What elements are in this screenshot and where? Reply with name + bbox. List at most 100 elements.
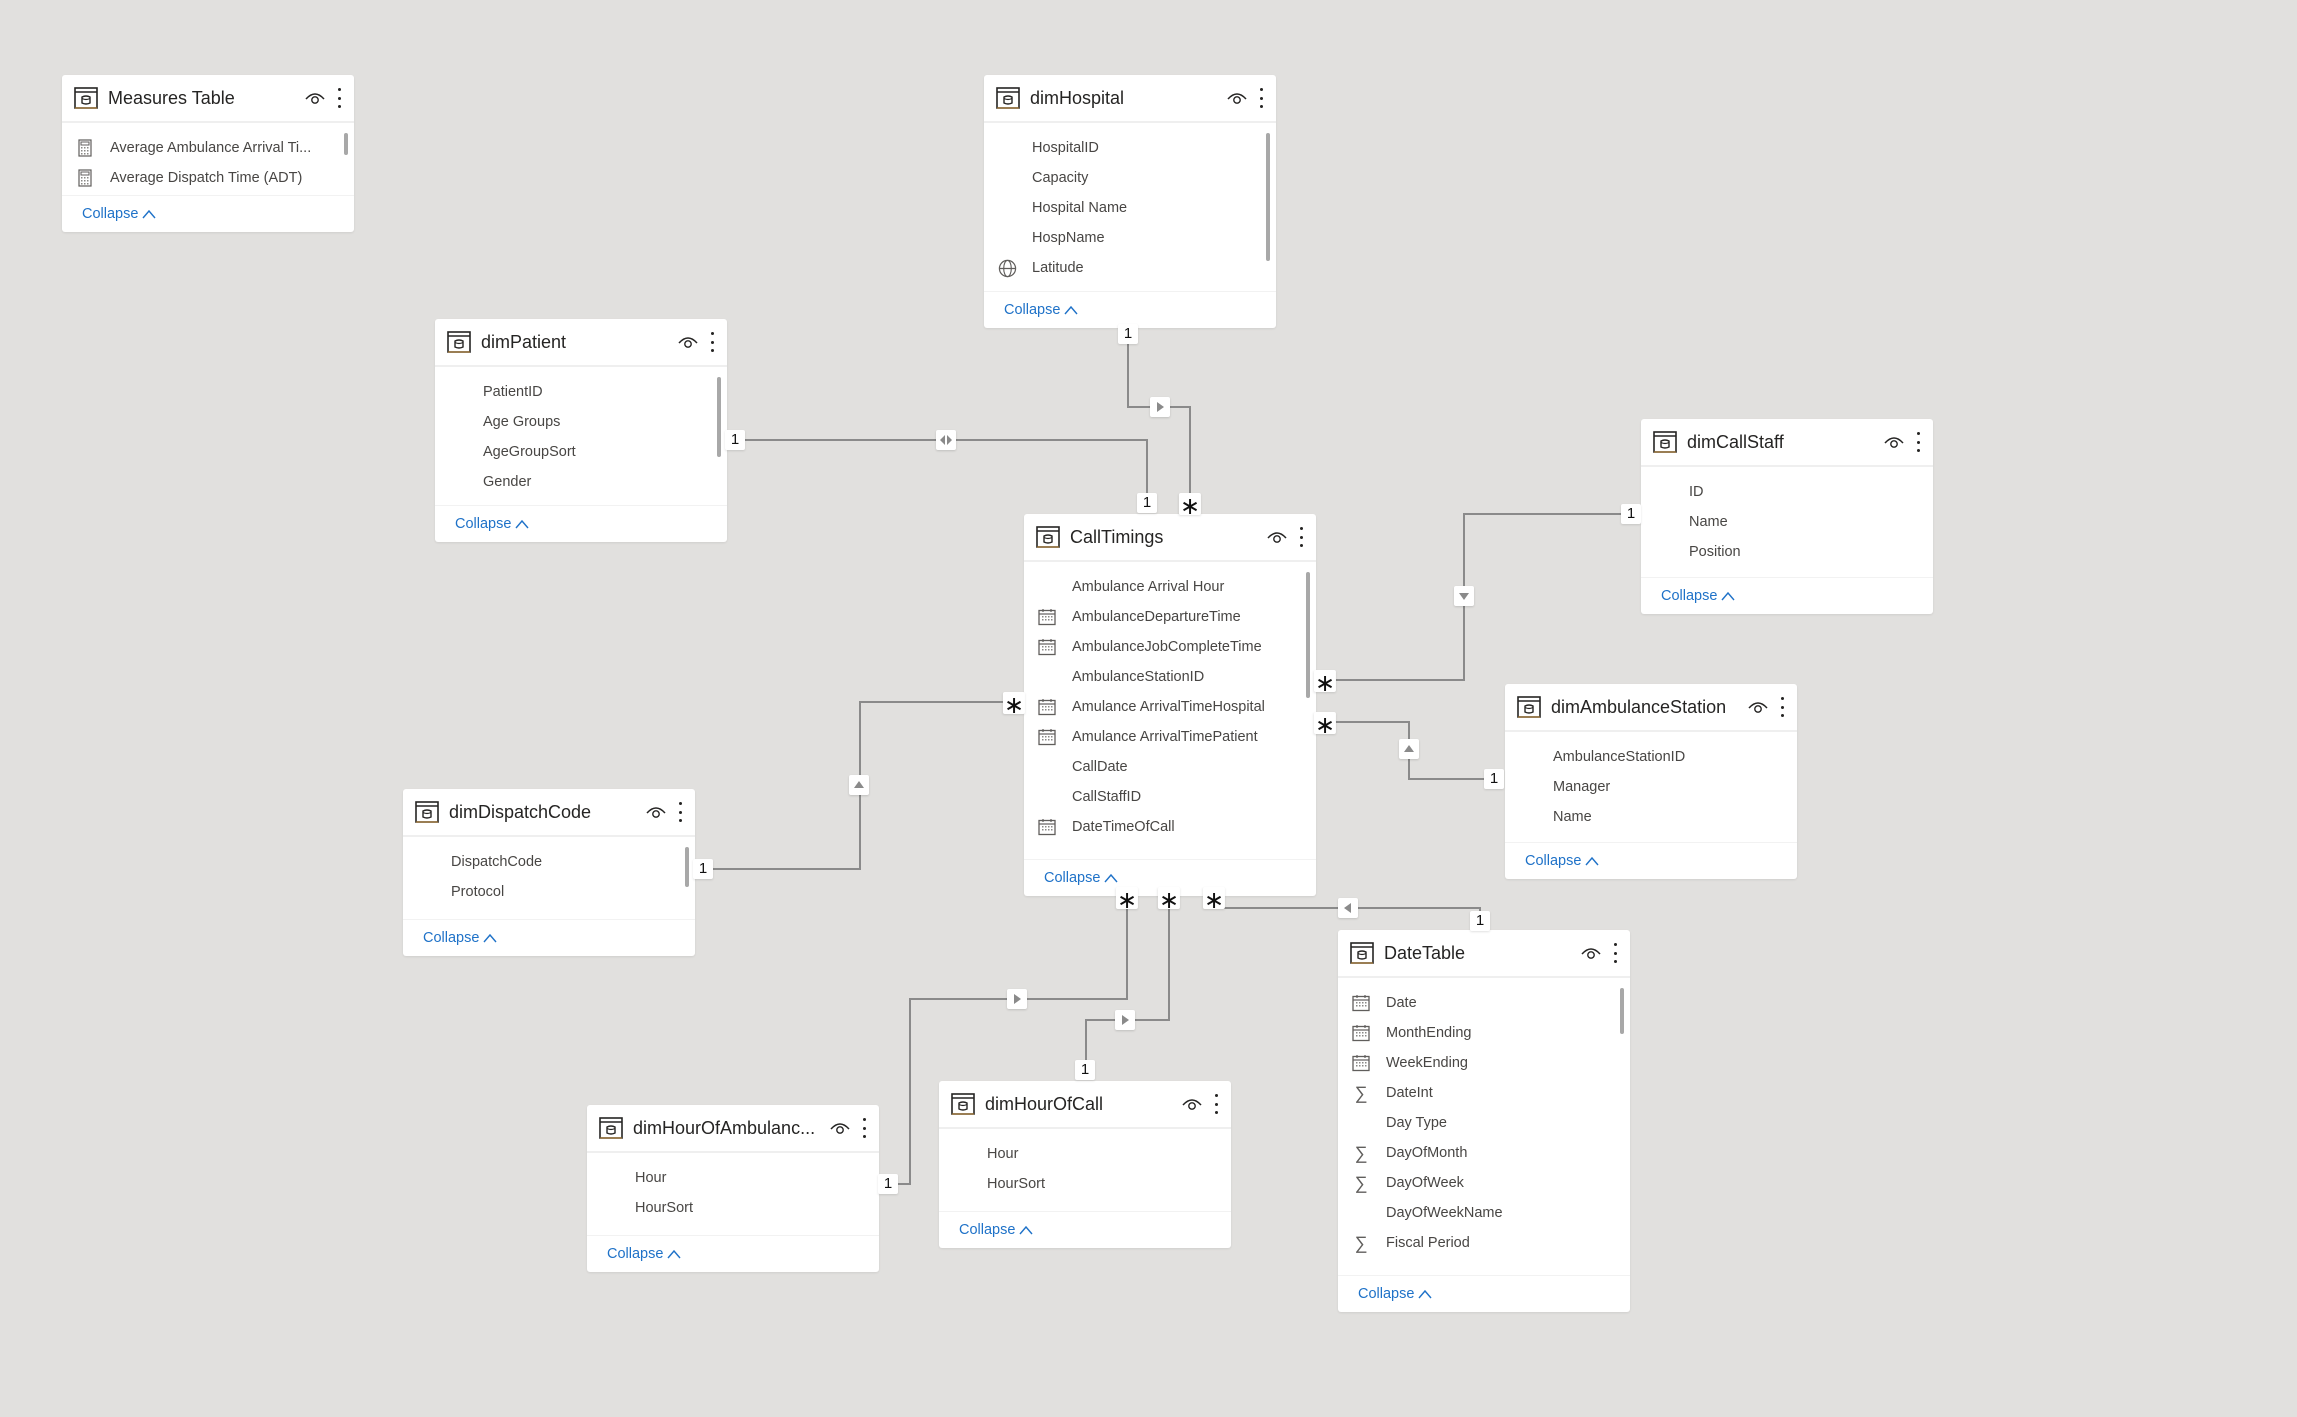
field-row[interactable]: CallDate	[1024, 752, 1316, 782]
table-card-dimPatient[interactable]: dimPatient PatientID Age Groups AgeGroupSo…	[435, 319, 727, 542]
field-row[interactable]: DayOfWeekName	[1338, 1198, 1630, 1228]
field-row[interactable]: Latitude	[984, 253, 1276, 283]
field-row[interactable]: DateTimeOfCall	[1024, 812, 1316, 842]
visibility-eye-icon[interactable]	[1883, 435, 1905, 449]
field-row[interactable]: AmbulanceStationID	[1505, 742, 1797, 772]
scrollbar-thumb[interactable]	[717, 377, 721, 457]
visibility-eye-icon[interactable]	[677, 335, 699, 349]
visibility-eye-icon[interactable]	[1181, 1097, 1203, 1111]
field-row[interactable]: Ambulance Arrival Hour	[1024, 572, 1316, 602]
field-row[interactable]: Day Type	[1338, 1108, 1630, 1138]
field-row[interactable]: Hour	[587, 1163, 879, 1193]
rel-line-hospital[interactable]	[1127, 334, 1191, 502]
table-header[interactable]: dimHourOfCall	[939, 1081, 1231, 1129]
filter-direction-right-icon[interactable]	[1007, 989, 1027, 1009]
visibility-eye-icon[interactable]	[304, 91, 326, 105]
table-header[interactable]: Measures Table	[62, 75, 354, 123]
field-row[interactable]: Capacity	[984, 163, 1276, 193]
collapse-button[interactable]: Collapse	[455, 516, 529, 532]
visibility-eye-icon[interactable]	[1226, 91, 1248, 105]
more-options-icon[interactable]	[1258, 88, 1264, 108]
field-row[interactable]: CallStaffID	[1024, 782, 1316, 812]
table-header[interactable]: CallTimings	[1024, 514, 1316, 562]
filter-direction-right-icon[interactable]	[1115, 1010, 1135, 1030]
scrollbar-thumb[interactable]	[1266, 133, 1270, 261]
collapse-button[interactable]: Collapse	[1358, 1286, 1432, 1302]
more-options-icon[interactable]	[336, 88, 342, 108]
more-options-icon[interactable]	[1612, 943, 1618, 963]
field-row[interactable]: Manager	[1505, 772, 1797, 802]
field-row[interactable]: ∑ DayOfWeek	[1338, 1168, 1630, 1198]
field-row[interactable]: Position	[1641, 537, 1933, 567]
field-row[interactable]: ∑ DateInt	[1338, 1078, 1630, 1108]
table-header[interactable]: DateTable	[1338, 930, 1630, 978]
table-header[interactable]: dimHourOfAmbulanc...	[587, 1105, 879, 1153]
field-row[interactable]: Name	[1641, 507, 1933, 537]
more-options-icon[interactable]	[1779, 697, 1785, 717]
more-options-icon[interactable]	[1915, 432, 1921, 452]
filter-direction-down-icon[interactable]	[1454, 586, 1474, 606]
field-row[interactable]: AgeGroupSort	[435, 437, 727, 467]
collapse-button[interactable]: Collapse	[82, 206, 156, 222]
filter-direction-up-icon[interactable]	[1399, 739, 1419, 759]
visibility-eye-icon[interactable]	[645, 805, 667, 819]
filter-direction-both-icon[interactable]	[936, 430, 956, 450]
field-row[interactable]: ID	[1641, 477, 1933, 507]
collapse-button[interactable]: Collapse	[607, 1246, 681, 1262]
collapse-button[interactable]: Collapse	[1004, 302, 1078, 318]
more-options-icon[interactable]	[1298, 527, 1304, 547]
scrollbar-thumb[interactable]	[685, 847, 689, 887]
table-header[interactable]: dimDispatchCode	[403, 789, 695, 837]
field-row[interactable]: HospName	[984, 223, 1276, 253]
table-header[interactable]: dimPatient	[435, 319, 727, 367]
field-row[interactable]: Hour	[939, 1139, 1231, 1169]
table-card-measures[interactable]: Measures Table Average Ambulance Arrival…	[62, 75, 354, 232]
field-row[interactable]: Amulance ArrivalTimePatient	[1024, 722, 1316, 752]
field-row[interactable]: AmbulanceDepartureTime	[1024, 602, 1316, 632]
filter-direction-left-icon[interactable]	[1338, 898, 1358, 918]
more-options-icon[interactable]	[709, 332, 715, 352]
field-row[interactable]: MonthEnding	[1338, 1018, 1630, 1048]
field-row[interactable]: AmbulanceJobCompleteTime	[1024, 632, 1316, 662]
visibility-eye-icon[interactable]	[1580, 946, 1602, 960]
filter-direction-up-icon[interactable]	[849, 775, 869, 795]
field-row[interactable]: PatientID	[435, 377, 727, 407]
more-options-icon[interactable]	[1213, 1094, 1219, 1114]
field-row[interactable]: Name	[1505, 802, 1797, 832]
visibility-eye-icon[interactable]	[1266, 530, 1288, 544]
collapse-button[interactable]: Collapse	[1525, 853, 1599, 869]
field-row[interactable]: Amulance ArrivalTimeHospital	[1024, 692, 1316, 722]
table-header[interactable]: dimAmbulanceStation	[1505, 684, 1797, 732]
table-header[interactable]: dimHospital	[984, 75, 1276, 123]
rel-line-hourofcall[interactable]	[1085, 897, 1170, 1070]
scrollbar-thumb[interactable]	[344, 133, 348, 155]
field-row[interactable]: Protocol	[403, 877, 695, 907]
field-row[interactable]: DispatchCode	[403, 847, 695, 877]
collapse-button[interactable]: Collapse	[1661, 588, 1735, 604]
rel-line-callstaff[interactable]	[1323, 513, 1631, 681]
more-options-icon[interactable]	[861, 1118, 867, 1138]
collapse-button[interactable]: Collapse	[423, 930, 497, 946]
table-card-dimHospital[interactable]: dimHospital HospitalID Capacity Hospital N…	[984, 75, 1276, 328]
more-options-icon[interactable]	[677, 802, 683, 822]
scrollbar-thumb[interactable]	[1620, 988, 1624, 1034]
field-row[interactable]: Average Dispatch Time (ADT)	[62, 163, 354, 193]
field-row[interactable]: Date	[1338, 988, 1630, 1018]
table-card-dimAmbulanceStation[interactable]: dimAmbulanceStation AmbulanceStationID Ma…	[1505, 684, 1797, 879]
field-row[interactable]: HospitalID	[984, 133, 1276, 163]
table-card-dimHourOfCall[interactable]: dimHourOfCall Hour HourSort Collapse	[939, 1081, 1231, 1248]
filter-direction-right-icon[interactable]	[1150, 397, 1170, 417]
field-row[interactable]: HourSort	[587, 1193, 879, 1223]
field-row[interactable]: ∑ DayOfMonth	[1338, 1138, 1630, 1168]
field-row[interactable]: ∑ Fiscal Period	[1338, 1228, 1630, 1258]
table-card-callTimings[interactable]: CallTimings Ambulance Arrival Hour Ambula…	[1024, 514, 1316, 896]
field-row[interactable]: HourSort	[939, 1169, 1231, 1199]
scrollbar-thumb[interactable]	[1306, 572, 1310, 698]
table-card-dimHourOfAmbulance[interactable]: dimHourOfAmbulanc... Hour HourSort Collap…	[587, 1105, 879, 1272]
field-row[interactable]: Gender	[435, 467, 727, 497]
table-header[interactable]: dimCallStaff	[1641, 419, 1933, 467]
field-row[interactable]: Average Ambulance Arrival Ti...	[62, 133, 354, 163]
table-card-dateTable[interactable]: DateTable Date MonthEnding WeekEnding ∑ Date…	[1338, 930, 1630, 1312]
collapse-button[interactable]: Collapse	[959, 1222, 1033, 1238]
field-row[interactable]: Age Groups	[435, 407, 727, 437]
